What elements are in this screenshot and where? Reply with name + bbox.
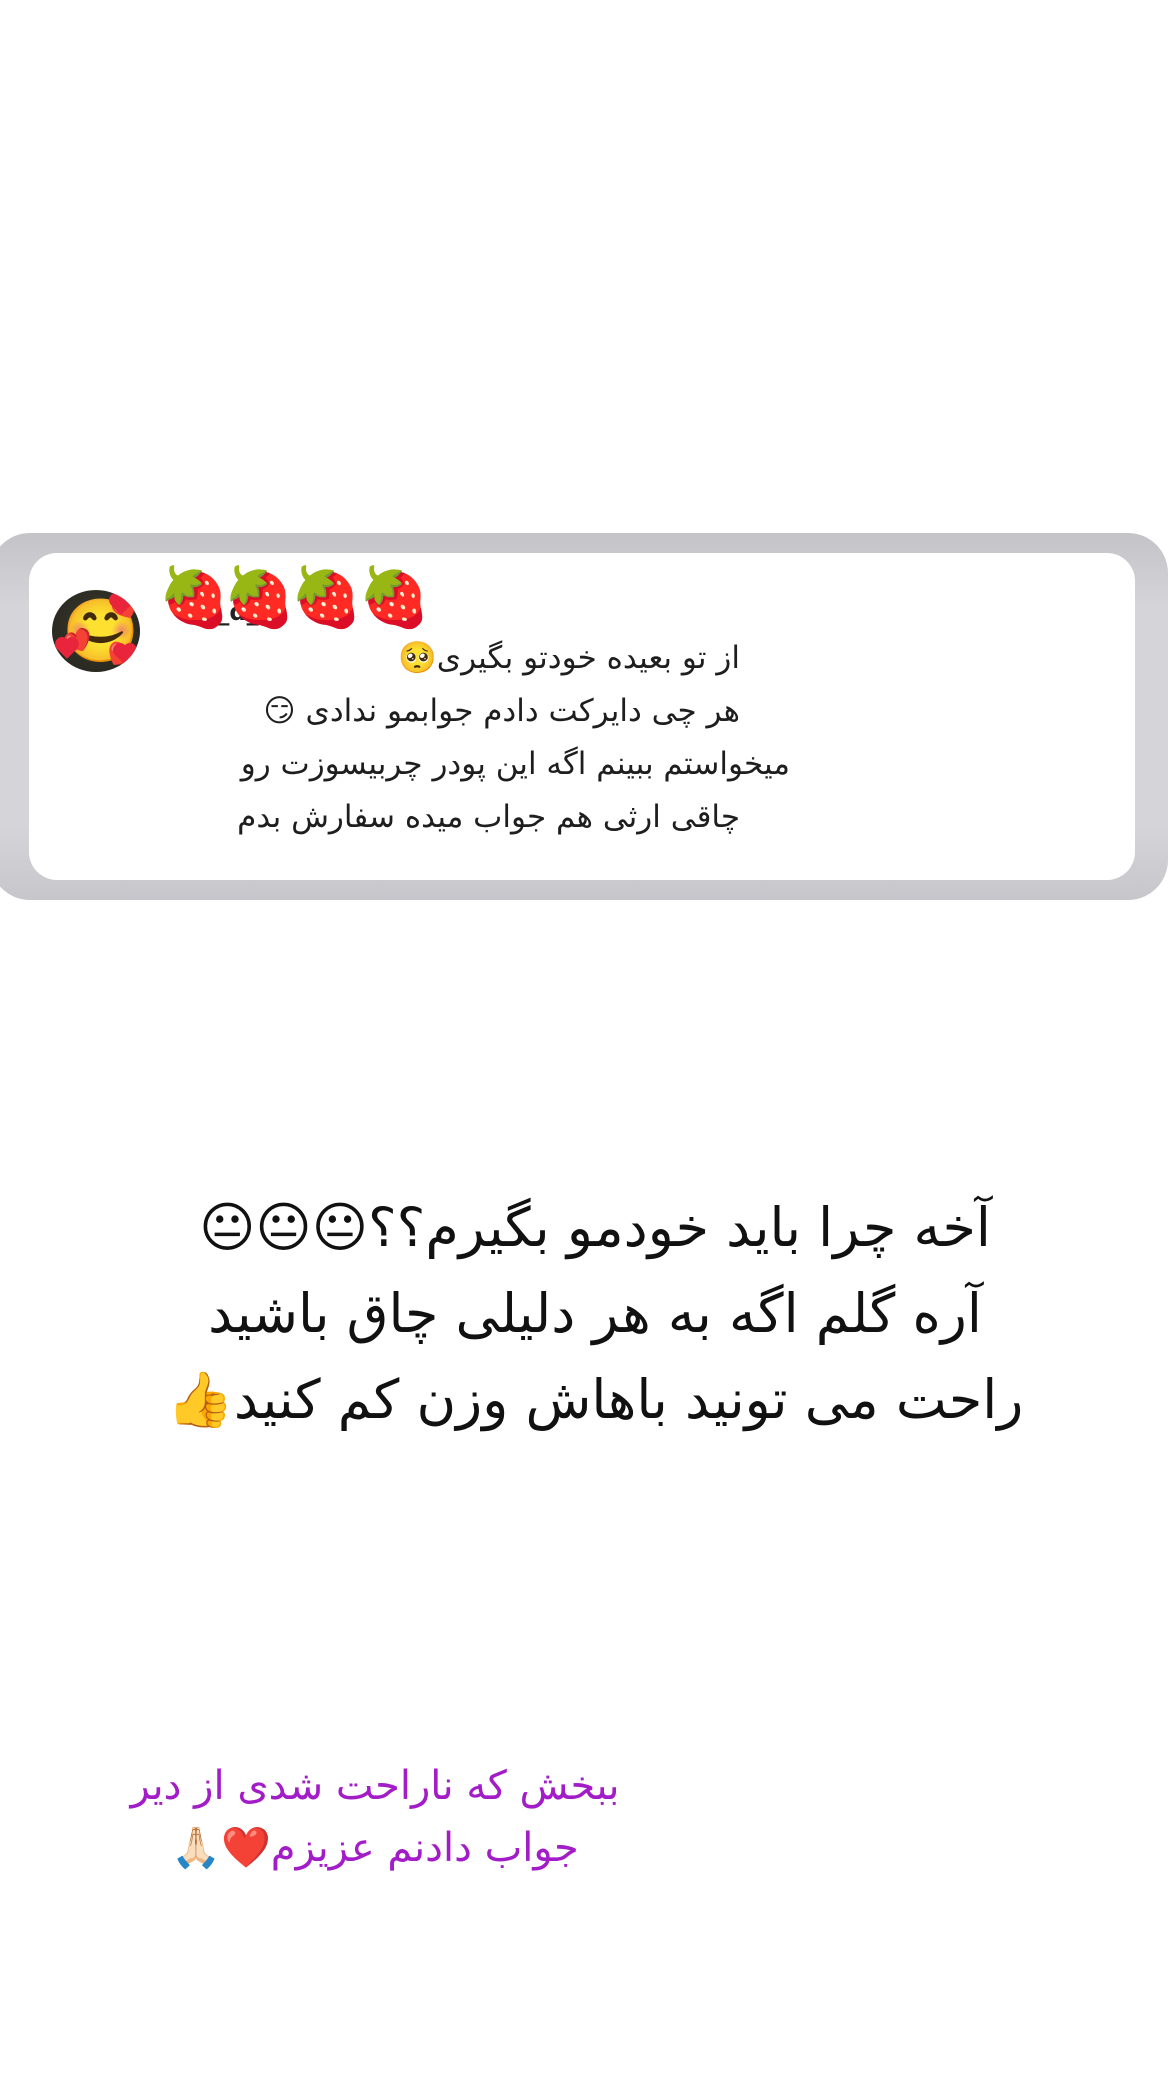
dm-line: میخواستم ببینم اگه این پودر چربیسوزت رو: [240, 746, 790, 782]
reply-text: آخه چرا باید خودمو بگیرم؟؟😐😐😐 آره گلم اگ…: [120, 1185, 1070, 1443]
apology-line: جواب دادنم عزیزم❤️🙏🏻: [171, 1825, 579, 1871]
strawberry-icon: 🍓: [358, 563, 431, 631]
dm-line: هر چی دایرکت دادم جوابمو ندادی 😏: [263, 693, 740, 729]
reply-line: آره گلم اگه به هر دلیلی چاق باشید: [208, 1282, 982, 1345]
strawberry-icon: 🍓: [158, 563, 231, 631]
apology-text: ببخش که ناراحت شدی از دیر جواب دادنم عزی…: [95, 1755, 655, 1879]
apology-line: ببخش که ناراحت شدی از دیر: [130, 1763, 620, 1809]
dm-line: چاقی ارثی هم جواب میده سفارش بدم: [237, 799, 740, 835]
dm-username-row: ia_d_ 🍓 🍓 🍓 🍓: [158, 562, 430, 632]
avatar: 🥰: [52, 590, 140, 672]
strawberry-icon: 🍓: [290, 563, 363, 631]
dm-message-text: از تو بعیده خودتو بگیری🥺 هر چی دایرکت دا…: [140, 632, 790, 844]
reply-line: راحت می تونید باهاش وزن کم کنید👍: [166, 1368, 1024, 1431]
reply-line: آخه چرا باید خودمو بگیرم؟؟😐😐😐: [199, 1196, 991, 1259]
strawberry-icon: 🍓: [223, 563, 296, 631]
dm-line: از تو بعیده خودتو بگیری🥺: [398, 640, 740, 676]
